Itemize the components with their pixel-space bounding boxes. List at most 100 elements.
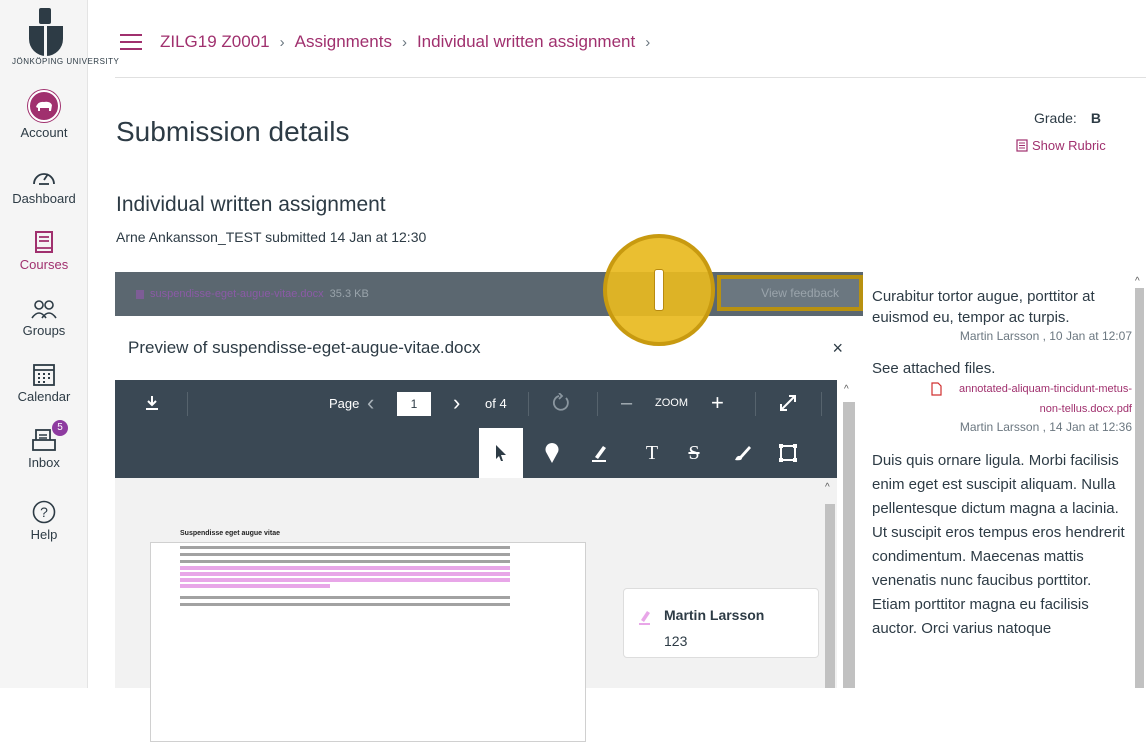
comment-body: See attached files.	[872, 360, 996, 377]
header-divider	[115, 77, 1146, 78]
breadcrumb-assignment[interactable]: Individual written assignment	[417, 32, 635, 52]
show-rubric-label: Show Rubric	[1032, 138, 1106, 153]
area-tool-icon[interactable]	[775, 440, 801, 466]
nav-item-help[interactable]: ? Help	[0, 498, 88, 542]
fullscreen-icon[interactable]	[779, 394, 797, 412]
highlight-annotation[interactable]	[180, 566, 510, 570]
nav-label-courses: Courses	[19, 257, 69, 272]
zoom-label: ZOOM	[655, 397, 688, 409]
annotation-toolbar: T S	[115, 428, 837, 478]
download-icon[interactable]	[143, 394, 161, 412]
draw-tool-icon[interactable]	[729, 440, 755, 466]
grade-display: Grade: B	[1034, 110, 1101, 126]
nav-label-groups: Groups	[22, 323, 66, 338]
page-number-input[interactable]	[397, 392, 431, 416]
help-icon: ?	[32, 500, 56, 524]
breadcrumb-separator: ›	[279, 33, 285, 51]
grade-label: Grade:	[1034, 110, 1077, 126]
nav-item-courses[interactable]: Courses	[0, 228, 88, 272]
prev-page-button[interactable]: ‹	[367, 390, 374, 416]
global-nav: JÖNKÖPING UNIVERSITY Account Dashboard C…	[0, 0, 119, 688]
breadcrumb-course[interactable]: ZILG19 Z0001	[160, 32, 270, 52]
text-cursor-icon	[654, 269, 664, 311]
text-tool-icon[interactable]: T	[639, 440, 665, 466]
scroll-up-icon[interactable]: ^	[825, 482, 830, 493]
page-total: of 4	[485, 396, 507, 411]
highlight-tool-icon[interactable]	[587, 440, 613, 466]
assignment-title: Individual written assignment	[116, 193, 386, 216]
nav-item-account[interactable]: Account	[0, 90, 88, 140]
nav-label-dashboard: Dashboard	[12, 191, 76, 206]
comment-item: See attached files. annotated-aliquam-ti…	[872, 358, 1132, 435]
text-line	[180, 553, 510, 556]
logo-text: JÖNKÖPING UNIVERSITY	[12, 57, 120, 66]
comment-item: Duis quis ornare ligula. Morbi facilisis…	[872, 449, 1132, 641]
comment-author: Martin Larsson	[664, 607, 765, 623]
file-name-link[interactable]: suspendisse-eget-augue-vitae.docx	[150, 288, 324, 300]
attachment-link[interactable]: annotated-aliquam-tincidunt-metus-non-te…	[872, 379, 1132, 419]
rubric-icon	[1016, 139, 1028, 152]
close-icon[interactable]: ×	[832, 338, 843, 359]
breadcrumb-separator: ›	[645, 33, 651, 51]
view-feedback-button[interactable]: View feedback	[717, 275, 863, 311]
scroll-thumb[interactable]	[825, 504, 835, 688]
groups-icon	[31, 300, 57, 319]
feedback-scrollbar[interactable]: ^	[1133, 276, 1146, 688]
text-line	[180, 546, 510, 549]
calendar-icon	[33, 364, 55, 386]
scroll-up-icon[interactable]: ^	[1135, 276, 1140, 287]
nav-item-inbox[interactable]: 5 Inbox	[0, 420, 88, 470]
nav-item-groups[interactable]: Groups	[0, 294, 88, 338]
document-scrollbar[interactable]: ^	[823, 478, 837, 688]
breadcrumb-separator: ›	[401, 33, 407, 51]
annotation-comment-card[interactable]: Martin Larsson 123	[623, 588, 819, 658]
hamburger-menu-icon[interactable]	[120, 34, 142, 50]
highlight-annotation[interactable]	[180, 572, 510, 576]
preview-title: Preview of suspendisse-eget-augue-vitae.…	[128, 338, 481, 357]
page-title: Submission details	[116, 116, 350, 147]
preview-scrollbar[interactable]: ^	[837, 380, 863, 688]
tutorial-hotspot	[603, 234, 715, 346]
text-line	[180, 560, 510, 563]
feedback-comments: Curabitur tortor augue, porttitor at eui…	[872, 286, 1132, 641]
breadcrumb: ZILG19 Z0001 › Assignments › Individual …	[120, 32, 650, 52]
inbox-unread-badge: 5	[52, 420, 68, 436]
scroll-up-icon[interactable]: ^	[844, 384, 849, 395]
page-label: Page	[329, 396, 360, 411]
courses-icon	[35, 231, 53, 253]
comment-item: Curabitur tortor augue, porttitor at eui…	[872, 286, 1132, 344]
zoom-in-button[interactable]: +	[711, 390, 724, 416]
nav-item-dashboard[interactable]: Dashboard	[0, 162, 88, 206]
scroll-thumb[interactable]	[1135, 288, 1144, 688]
attachment-name: annotated-aliquam-tincidunt-metus-non-te…	[958, 383, 1132, 415]
strikeout-tool-icon[interactable]: S	[681, 440, 707, 466]
submission-info: Arne Ankansson_TEST submitted 14 Jan at …	[116, 229, 427, 245]
text-line	[180, 603, 510, 606]
pdf-icon	[931, 382, 942, 396]
text-line	[180, 596, 510, 599]
show-rubric-link[interactable]: Show Rubric	[1016, 138, 1106, 153]
grade-value: B	[1090, 110, 1101, 126]
comment-text: 123	[664, 633, 688, 649]
nav-item-calendar[interactable]: Calendar	[0, 360, 88, 404]
rotate-icon[interactable]	[551, 393, 571, 413]
nav-label-account: Account	[20, 125, 68, 140]
comment-body: Curabitur tortor augue, porttitor at eui…	[872, 288, 1095, 326]
comment-meta: Martin Larsson , 14 Jan at 12:36	[959, 420, 1132, 434]
university-logo[interactable]: JÖNKÖPING UNIVERSITY	[12, 8, 119, 88]
next-page-button[interactable]: ›	[453, 390, 460, 416]
zoom-out-button[interactable]: –	[621, 392, 632, 415]
highlight-annotation[interactable]	[180, 578, 510, 582]
scroll-thumb[interactable]	[843, 402, 855, 688]
document-area[interactable]: Suspendisse eget augue vitae Martin Lars…	[115, 478, 837, 742]
pointer-icon	[488, 440, 514, 466]
dashboard-icon	[33, 173, 55, 185]
point-annotation-icon[interactable]	[539, 440, 565, 466]
svg-text:?: ?	[40, 504, 48, 520]
document-heading: Suspendisse eget augue vitae	[180, 530, 280, 537]
breadcrumb-assignments[interactable]: Assignments	[295, 32, 392, 52]
highlight-annotation[interactable]	[180, 584, 330, 588]
nav-label-inbox: Inbox	[28, 455, 60, 470]
account-avatar	[28, 90, 60, 122]
file-size: 35.3 KB	[329, 288, 369, 300]
